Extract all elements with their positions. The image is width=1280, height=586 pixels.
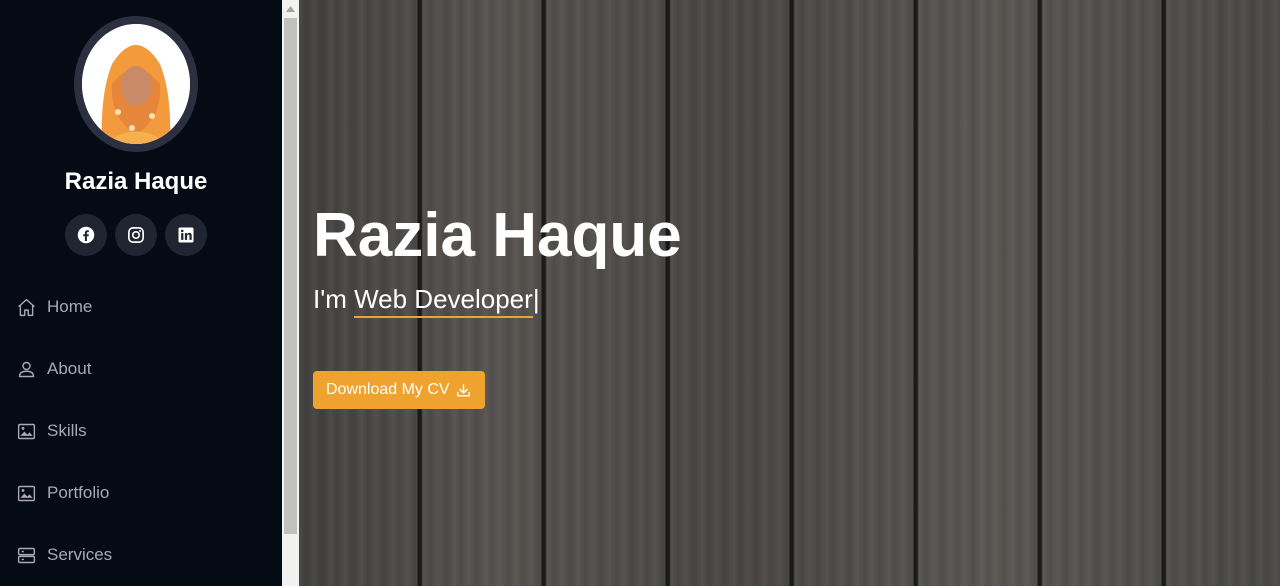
hero-section: Razia Haque I'm Web Developer| Download … (299, 0, 1280, 586)
facebook-link[interactable] (65, 214, 107, 256)
download-cv-label: Download My CV (326, 381, 450, 398)
instagram-link[interactable] (115, 214, 157, 256)
hero-prefix: I'm (313, 284, 355, 314)
nav-label: Home (47, 297, 93, 316)
typed-text: Web Developer (354, 284, 533, 318)
avatar (82, 24, 190, 144)
nav-label: About (47, 359, 92, 378)
avatar-photo (82, 24, 190, 144)
sidebar: Razia Haque Home About Skills Portfolio … (0, 0, 282, 586)
nav-item-services[interactable]: Services (0, 524, 282, 586)
nav-item-portfolio[interactable]: Portfolio (0, 462, 282, 524)
typing-cursor: | (532, 284, 540, 314)
download-icon (456, 383, 470, 397)
hero-subtitle: I'm Web Developer| (313, 284, 540, 318)
home-icon (18, 298, 35, 316)
image-icon (17, 423, 36, 439)
nav-label: Skills (47, 421, 87, 440)
user-icon (18, 361, 35, 377)
instagram-icon (128, 227, 144, 243)
server-icon (17, 547, 36, 563)
linkedin-link[interactable] (165, 214, 207, 256)
hero-title: Razia Haque (313, 201, 682, 270)
profile-name: Razia Haque (64, 168, 208, 195)
avatar-frame (74, 16, 198, 152)
linkedin-icon (178, 227, 194, 243)
scroll-thumb[interactable] (284, 18, 297, 534)
nav-label: Services (47, 545, 113, 564)
nav-item-skills[interactable]: Skills (0, 400, 282, 462)
nav-label: Portfolio (47, 483, 110, 502)
caret-up-icon (286, 5, 295, 12)
download-cv-button[interactable]: Download My CV (313, 371, 485, 409)
nav-item-home[interactable]: Home (0, 276, 282, 338)
scroll-up-arrow[interactable] (282, 0, 299, 17)
sidebar-scrollbar[interactable] (282, 0, 299, 586)
image-icon (17, 485, 36, 501)
nav-item-about[interactable]: About (0, 338, 282, 400)
sidebar-nav: Home About Skills Portfolio Services (0, 276, 282, 586)
social-links (65, 214, 207, 256)
facebook-icon (77, 226, 95, 244)
